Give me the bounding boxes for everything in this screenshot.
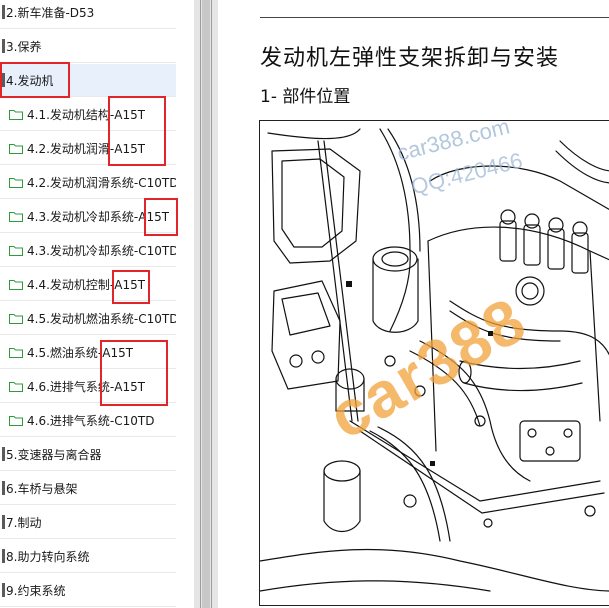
toc-item[interactable]: 4.2.发动机润滑-A15T (0, 132, 176, 165)
folder-icon (9, 245, 23, 256)
folder-icon (9, 177, 23, 188)
toc-item[interactable]: 4.6.进排气系统-C10TD (0, 404, 176, 437)
toc-item-label: 4.2.发动机润滑-A15T (27, 141, 146, 156)
toc-item-label: 2.新车准备-D53 (6, 5, 95, 20)
tree-marker-icon (2, 583, 5, 597)
tree-marker-icon (2, 73, 5, 87)
toc-item-label: 4.发动机 (6, 73, 54, 88)
tree-marker-icon (2, 549, 5, 563)
toc-item-label: 5.变速器与离合器 (6, 447, 102, 462)
folder-icon (9, 313, 23, 324)
tree-marker-icon (2, 515, 5, 529)
toc-item-label: 3.保养 (6, 39, 42, 54)
document-page: 发动机左弹性支架拆卸与安装 1- 部件位置 car388.com QQ:4204… (218, 0, 609, 608)
toc-item[interactable]: 4.6.进排气系统-A15T (0, 370, 176, 403)
toc-item[interactable]: 9.约束系统 (0, 574, 176, 607)
panel-splitter[interactable] (194, 0, 218, 608)
toc-item[interactable]: 4.3.发动机冷却系统-A15T (0, 200, 176, 233)
header-rule (260, 17, 609, 18)
toc-item[interactable]: 4.3.发动机冷却系统-C10TD (0, 234, 176, 267)
toc-item-label: 4.2.发动机润滑系统-C10TD (27, 175, 176, 190)
toc-item[interactable]: 4.发动机 (0, 64, 176, 97)
toc-item-label: 4.4.发动机控制-A15T (27, 277, 146, 292)
toc-item[interactable]: 4.1.发动机结构-A15T (0, 98, 176, 131)
folder-icon (9, 211, 23, 222)
scrollbar-thumb[interactable] (202, 0, 210, 608)
toc-item[interactable]: 7.制动 (0, 506, 176, 539)
tree-marker-icon (2, 447, 5, 461)
toc-item[interactable]: 5.变速器与离合器 (0, 438, 176, 471)
toc-item-label: 6.车桥与悬架 (6, 481, 78, 496)
document-title: 发动机左弹性支架拆卸与安装 (260, 46, 560, 71)
toc-item-label: 4.3.发动机冷却系统-A15T (27, 209, 170, 224)
toc-item[interactable]: 4.5.发动机燃油系统-C10TD (0, 302, 176, 335)
toc-item-label: 4.6.进排气系统-C10TD (27, 413, 155, 428)
section-heading: 1- 部件位置 (260, 87, 351, 107)
toc-item-label: 7.制动 (6, 515, 42, 530)
toc-item-label: 8.助力转向系统 (6, 549, 90, 564)
toc-item-label: 9.约束系统 (6, 583, 66, 598)
folder-icon (9, 279, 23, 290)
folder-icon (9, 415, 23, 426)
folder-icon (9, 347, 23, 358)
toc-item[interactable]: 4.4.发动机控制-A15T (0, 268, 176, 301)
toc-item-label: 4.5.燃油系统-A15T (27, 345, 134, 360)
toc-item[interactable]: 6.车桥与悬架 (0, 472, 176, 505)
engine-bay-illustration (260, 128, 609, 592)
toc-item-label: 4.3.发动机冷却系统-C10TD (27, 243, 176, 258)
folder-icon (9, 381, 23, 392)
toc-item[interactable]: 4.5.燃油系统-A15T (0, 336, 176, 369)
toc-item[interactable]: 2.新车准备-D53 (0, 0, 176, 29)
toc-item[interactable]: 4.2.发动机润滑系统-C10TD (0, 166, 176, 199)
toc-item[interactable]: 3.保养 (0, 30, 176, 63)
tree-marker-icon (2, 481, 5, 495)
toc-panel: 2.新车准备-D53 3.保养 4.发动机 4.1.发动机结构-A15T 4.2.发动机… (0, 0, 194, 608)
toc-item-label: 4.1.发动机结构-A15T (27, 107, 146, 122)
tree-marker-icon (2, 5, 5, 19)
tree-marker-icon (2, 39, 5, 53)
folder-icon (9, 109, 23, 120)
toc-item-label: 4.5.发动机燃油系统-C10TD (27, 311, 176, 326)
toc-item[interactable]: 8.助力转向系统 (0, 540, 176, 573)
engine-bay-figure: 畅易 car388.com QQ:420466 car388 (259, 120, 609, 606)
folder-icon (9, 143, 23, 154)
toc-item-label: 4.6.进排气系统-A15T (27, 379, 146, 394)
